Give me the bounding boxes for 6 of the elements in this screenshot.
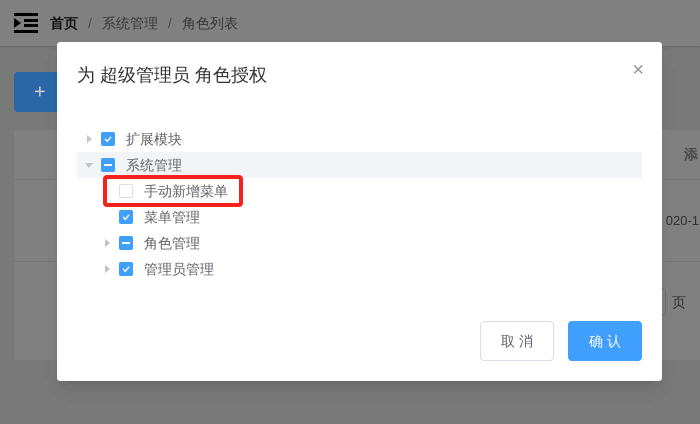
pagination-label: 页 <box>672 292 686 312</box>
table-header-cell-text: 添 <box>684 145 698 164</box>
dialog-title: 为 超级管理员 角色授权 <box>77 64 268 87</box>
breadcrumb-separator: / <box>168 14 172 32</box>
table-cell-text: 020-1 <box>666 212 699 230</box>
breadcrumb-separator: / <box>88 14 92 32</box>
